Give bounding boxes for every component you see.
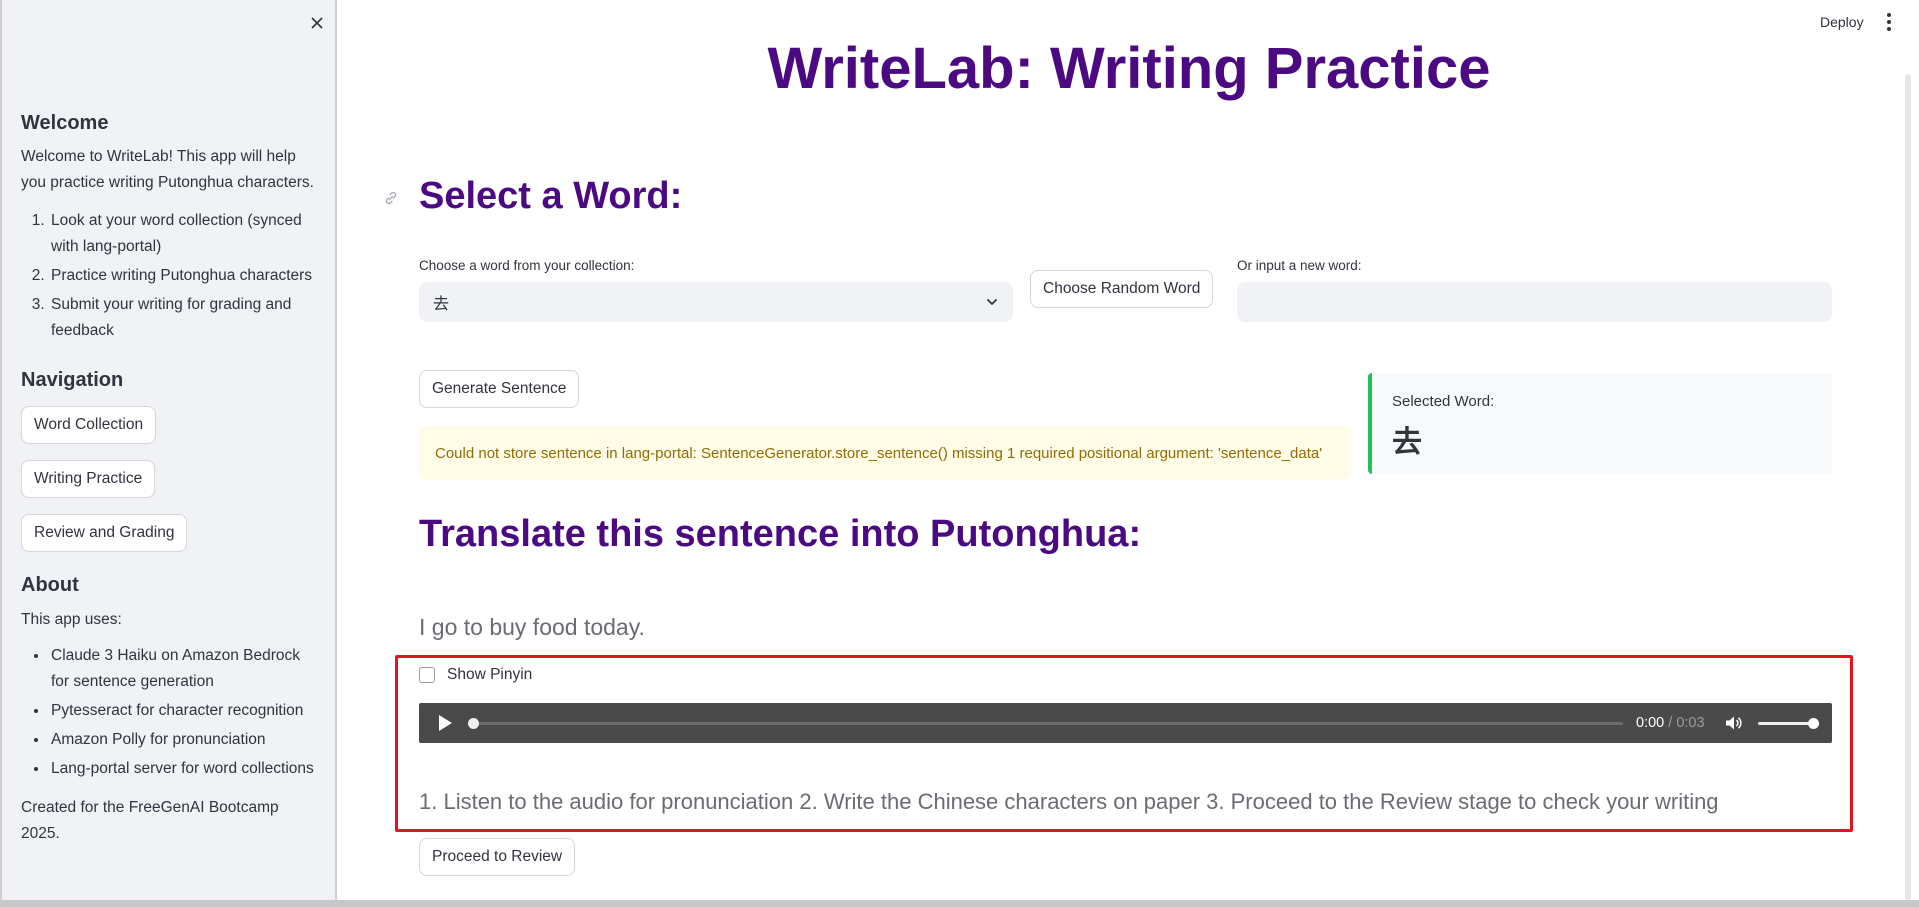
about-item: Amazon Polly for pronunciation	[49, 727, 321, 753]
audio-player: 0:00 / 0:03	[419, 703, 1832, 743]
warning-alert: Could not store sentence in lang-portal:…	[419, 426, 1352, 480]
new-word-input[interactable]	[1237, 282, 1832, 322]
generate-sentence-button[interactable]: Generate Sentence	[419, 370, 580, 408]
play-icon[interactable]	[437, 714, 453, 732]
new-word-label: Or input a new word:	[1237, 258, 1362, 273]
step-item: Submit your writing for grading and feed…	[49, 292, 321, 344]
selected-word-label: Selected Word:	[1392, 393, 1495, 410]
selected-collection-value: 去	[433, 294, 450, 313]
checkbox-box[interactable]	[419, 667, 435, 683]
audio-time-separator: /	[1668, 715, 1673, 731]
close-sidebar-button[interactable]	[306, 12, 328, 34]
selected-word-value: 去	[1392, 425, 1422, 460]
steps-list: Look at your word collection (synced wit…	[21, 208, 321, 344]
menu-dot-icon	[1887, 27, 1891, 31]
volume-slider[interactable]	[1758, 722, 1813, 725]
app-frame: Welcome Welcome to WriteLab! This app wi…	[0, 0, 1919, 900]
audio-duration: 0:03	[1676, 715, 1705, 731]
audio-time: 0:00 / 0:03	[1636, 715, 1705, 731]
sidebar-footer: Created for the FreeGenAI Bootcamp 2025.	[21, 799, 279, 842]
welcome-text: Welcome to WriteLab! This app will help …	[21, 148, 314, 191]
nav-writing-practice-button[interactable]: Writing Practice	[21, 460, 156, 498]
close-icon	[311, 17, 323, 29]
nav-buttons: Word Collection Writing Practice Review …	[21, 406, 321, 552]
about-intro: This app uses:	[21, 611, 122, 628]
about-item: Pytesseract for character recognition	[49, 698, 321, 724]
collection-label: Choose a word from your collection:	[419, 258, 635, 273]
show-pinyin-checkbox[interactable]: Show Pinyin	[419, 666, 532, 684]
volume-icon[interactable]	[1724, 714, 1742, 732]
choose-random-word-button[interactable]: Choose Random Word	[1030, 270, 1214, 308]
instructions-text: 1. Listen to the audio for pronunciation…	[419, 789, 1719, 814]
audio-current-time: 0:00	[1636, 715, 1665, 731]
show-pinyin-label: Show Pinyin	[447, 666, 533, 683]
sidebar: Welcome Welcome to WriteLab! This app wi…	[0, 0, 337, 900]
about-item: Claude 3 Haiku on Amazon Bedrock for sen…	[49, 643, 321, 695]
nav-word-collection-button[interactable]: Word Collection	[21, 406, 157, 444]
audio-seek-handle[interactable]	[468, 718, 479, 729]
page-title: WriteLab: Writing Practice	[767, 36, 1491, 101]
audio-seek-bar[interactable]	[473, 722, 1623, 725]
navigation-heading: Navigation	[21, 369, 124, 391]
chevron-down-icon	[987, 299, 997, 305]
sidebar-content: Welcome Welcome to WriteLab! This app wi…	[21, 112, 321, 847]
volume-handle[interactable]	[1808, 718, 1819, 729]
select-word-heading: Select a Word:	[419, 175, 683, 217]
link-icon[interactable]	[383, 190, 399, 206]
deploy-button[interactable]: Deploy	[1820, 14, 1864, 30]
warning-text: Could not store sentence in lang-portal:…	[435, 444, 1323, 462]
about-list: Claude 3 Haiku on Amazon Bedrock for sen…	[21, 643, 321, 782]
word-collection-select[interactable]: 去	[419, 282, 1013, 322]
sentence-text: I go to buy food today.	[419, 614, 645, 640]
step-item: Look at your word collection (synced wit…	[49, 208, 321, 260]
step-item: Practice writing Putonghua characters	[49, 263, 321, 289]
about-item: Lang-portal server for word collections	[49, 756, 321, 782]
nav-review-grading-button[interactable]: Review and Grading	[21, 514, 188, 552]
main-scrollbar[interactable]	[1905, 74, 1911, 900]
menu-dot-icon	[1887, 20, 1891, 24]
about-heading: About	[21, 574, 79, 596]
welcome-heading: Welcome	[21, 112, 109, 134]
main-menu-button[interactable]	[1883, 13, 1895, 31]
proceed-to-review-button[interactable]: Proceed to Review	[419, 838, 576, 876]
translate-heading: Translate this sentence into Putonghua:	[419, 513, 1142, 555]
selected-word-metric: Selected Word: 去	[1368, 373, 1832, 474]
menu-dot-icon	[1887, 13, 1891, 17]
